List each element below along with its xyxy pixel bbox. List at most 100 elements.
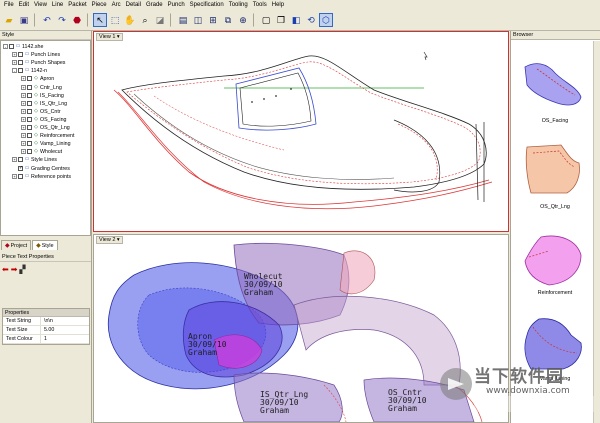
expand-toggle-icon[interactable]: +: [12, 52, 17, 58]
copy-icon[interactable]: ❐: [274, 13, 288, 27]
split-h-icon[interactable]: ▤: [176, 13, 190, 27]
expand-toggle-icon[interactable]: +: [12, 157, 17, 163]
expand-toggle-icon[interactable]: +: [21, 76, 26, 82]
redo-icon[interactable]: ↷: [55, 13, 69, 27]
visibility-checkbox[interactable]: [27, 133, 32, 139]
visibility-checkbox[interactable]: [27, 125, 32, 131]
visibility-checkbox[interactable]: [27, 76, 32, 82]
visibility-checkbox[interactable]: [18, 60, 23, 66]
visibility-checkbox[interactable]: [9, 44, 14, 50]
pointer-icon[interactable]: ↖: [93, 13, 107, 27]
menu-packet[interactable]: Packet: [68, 2, 86, 8]
visibility-checkbox[interactable]: [18, 52, 23, 58]
property-row[interactable]: Text Size 5.00: [3, 326, 89, 335]
tree-item[interactable]: + ◇ Cntr_Lng: [21, 84, 62, 92]
menu-view[interactable]: View: [34, 2, 47, 8]
expand-toggle-icon[interactable]: +: [21, 149, 26, 155]
view-2-label[interactable]: View 2 ▾: [96, 236, 123, 244]
thumb-os-facing[interactable]: [521, 57, 585, 109]
expand-toggle-icon[interactable]: +: [21, 133, 26, 139]
visibility-checkbox[interactable]: ✓: [18, 165, 23, 171]
tree-item[interactable]: + ◇ Reinforcement: [21, 132, 74, 140]
grade-icon[interactable]: ⬡: [319, 13, 333, 27]
visibility-checkbox[interactable]: [27, 149, 32, 155]
tree-item[interactable]: + ◇ OS_Qtr_Lng: [21, 124, 70, 132]
visibility-checkbox[interactable]: [27, 84, 32, 90]
tree-item[interactable]: + ▭ Punch Lines: [12, 51, 60, 59]
property-value[interactable]: 5.00: [41, 326, 54, 334]
expand-toggle-icon[interactable]: +: [21, 92, 26, 98]
visibility-checkbox[interactable]: [18, 173, 23, 179]
menu-help[interactable]: Help: [272, 2, 284, 8]
expand-toggle-icon[interactable]: +: [21, 141, 26, 147]
save-icon[interactable]: ▣: [17, 13, 31, 27]
fit-icon[interactable]: ⧉: [221, 13, 235, 27]
menu-punch[interactable]: Punch: [168, 2, 185, 8]
expand-toggle-icon[interactable]: +: [12, 60, 17, 66]
menu-line[interactable]: Line: [52, 2, 63, 8]
tree-item[interactable]: + ◇ Apron: [21, 75, 54, 83]
arrow-left-icon[interactable]: ⬅: [2, 265, 9, 275]
property-row[interactable]: Text Colour 1: [3, 335, 89, 344]
crosshair-icon[interactable]: ⊕: [236, 13, 250, 27]
rotate-icon[interactable]: ⟲: [304, 13, 318, 27]
select-icon[interactable]: ⬚: [108, 13, 122, 27]
expand-toggle-icon[interactable]: +: [21, 100, 26, 106]
visibility-checkbox[interactable]: [27, 92, 32, 98]
menu-specification[interactable]: Specification: [190, 2, 224, 8]
visibility-checkbox[interactable]: [18, 68, 23, 74]
tab-style[interactable]: ◆ Style: [32, 240, 58, 250]
property-value[interactable]: \n\n: [41, 317, 53, 325]
expand-toggle-icon[interactable]: +: [21, 125, 26, 131]
menu-file[interactable]: File: [4, 2, 14, 8]
menu-piece[interactable]: Piece: [92, 2, 107, 8]
arrow-right-icon[interactable]: ➡: [11, 265, 18, 275]
visibility-checkbox[interactable]: [27, 100, 32, 106]
expand-toggle-icon[interactable]: -: [12, 68, 17, 74]
visibility-checkbox[interactable]: [27, 108, 32, 114]
tree-item[interactable]: + ◇ OS_Cntr: [21, 108, 61, 116]
property-value[interactable]: 1: [41, 335, 47, 343]
thumb-reinforcement[interactable]: [521, 231, 585, 289]
undo-icon[interactable]: ↶: [40, 13, 54, 27]
expand-toggle-icon[interactable]: +: [21, 108, 26, 114]
menu-arc[interactable]: Arc: [112, 2, 121, 8]
tree-item[interactable]: + ◇ Vamp_Lining: [21, 140, 71, 148]
tree-item[interactable]: + ▭ Style Lines: [12, 156, 57, 164]
menu-edit[interactable]: Edit: [19, 2, 29, 8]
tab-project[interactable]: ◆ Project: [1, 240, 32, 250]
menu-tooling[interactable]: Tooling: [229, 2, 248, 8]
expand-toggle-icon[interactable]: +: [12, 173, 17, 179]
format-icon[interactable]: ▞: [19, 265, 25, 275]
open-folder-icon[interactable]: ▰: [2, 13, 16, 27]
visibility-checkbox[interactable]: [27, 116, 32, 122]
zoom-icon[interactable]: ⌕: [138, 13, 152, 27]
tree-item[interactable]: + ▭ Punch Shapes: [12, 59, 65, 67]
view-1-label[interactable]: View 1 ▾: [96, 33, 123, 41]
visibility-checkbox[interactable]: [27, 141, 32, 147]
tree-item[interactable]: - ▭ 1142.she: [3, 43, 43, 51]
tree-item[interactable]: + ◇ OS_Facing: [21, 116, 67, 124]
expand-toggle-icon[interactable]: -: [3, 44, 8, 50]
page-icon[interactable]: ▢: [259, 13, 273, 27]
tree-item[interactable]: + ◇ IS_Facing: [21, 92, 64, 100]
grab-icon[interactable]: ✋: [123, 13, 137, 27]
mirror-icon[interactable]: ◧: [289, 13, 303, 27]
menu-grade[interactable]: Grade: [146, 2, 163, 8]
expand-toggle-icon[interactable]: +: [21, 84, 26, 90]
tree-item[interactable]: - ▭ 1142-n: [12, 67, 47, 75]
grid-icon[interactable]: ⊞: [206, 13, 220, 27]
property-row[interactable]: Text String \n\n: [3, 317, 89, 326]
thumb-os-qtr-lng[interactable]: [521, 139, 585, 197]
expand-toggle-icon[interactable]: +: [21, 116, 26, 122]
tree-item[interactable]: + ◇ IS_Qtr_Lng: [21, 100, 67, 108]
stop-icon[interactable]: ⬣: [70, 13, 84, 27]
menu-tools[interactable]: Tools: [253, 2, 267, 8]
menu-detail[interactable]: Detail: [126, 2, 141, 8]
split-v-icon[interactable]: ◫: [191, 13, 205, 27]
tree-item[interactable]: + ◇ Wholecut: [21, 148, 62, 156]
tree-item[interactable]: ✓▭ Grading Centres: [12, 165, 70, 173]
eraser-icon[interactable]: ◪: [153, 13, 167, 27]
tree-item[interactable]: + ▭ Reference points: [12, 173, 71, 181]
visibility-checkbox[interactable]: [18, 157, 23, 163]
